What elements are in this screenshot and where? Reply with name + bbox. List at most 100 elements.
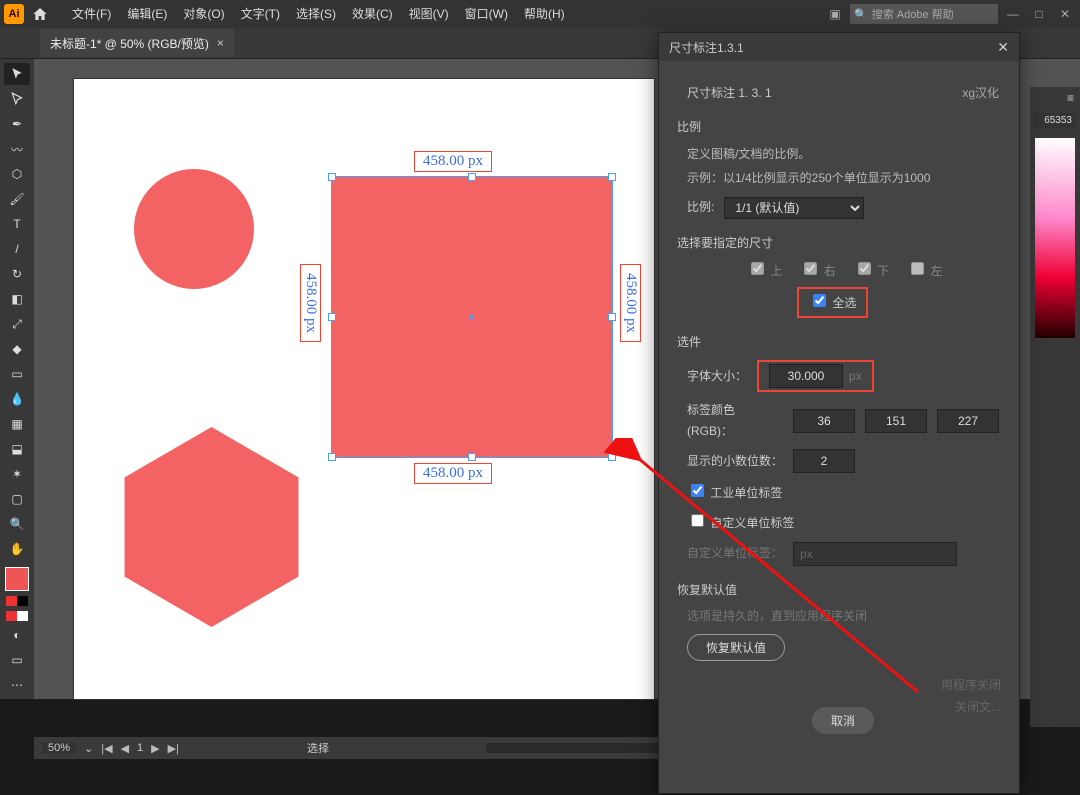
cb-right[interactable]: 右	[800, 259, 835, 281]
edit-toolbar[interactable]: ⋯	[4, 674, 30, 696]
symbol-sprayer-tool[interactable]: ✶	[4, 463, 30, 485]
color-r-input[interactable]	[793, 409, 855, 433]
custom-label: 自定义单位标签：	[687, 543, 783, 563]
fontsize-input[interactable]	[769, 364, 843, 388]
scale-select[interactable]: 1/1 (默认值)	[724, 197, 864, 219]
dialog-brand: xg汉化	[962, 83, 999, 103]
background-text-2: 关闭文...	[955, 698, 1001, 715]
nav-next-icon[interactable]: ▶	[151, 742, 159, 755]
decimals-label: 显示的小数位数：	[687, 451, 783, 471]
dim-label-top: 458.00 px	[414, 151, 492, 172]
page-number: 1	[137, 742, 143, 754]
dialog-subtitle: 尺寸标注 1. 3. 1	[687, 83, 772, 103]
change-screen-tool[interactable]: ▭	[4, 649, 30, 671]
window-maximize-icon[interactable]: □	[1028, 4, 1050, 24]
eraser-tool[interactable]: ◧	[4, 288, 30, 310]
menu-help[interactable]: 帮助(H)	[516, 0, 573, 28]
cb-left[interactable]: 左	[907, 259, 942, 281]
dock-menu-icon[interactable]: ≡	[1030, 87, 1080, 109]
menu-type[interactable]: 文字(T)	[233, 0, 288, 28]
cb-bottom[interactable]: 下	[854, 259, 889, 281]
fontsize-label: 字体大小：	[687, 366, 747, 386]
menubar: Ai 文件(F) 编辑(E) 对象(O) 文字(T) 选择(S) 效果(C) 视…	[0, 0, 1080, 28]
menu-file[interactable]: 文件(F)	[64, 0, 119, 28]
search-icon: 🔍	[854, 8, 868, 21]
shape-square-selected[interactable]	[332, 177, 612, 457]
color-g-input[interactable]	[865, 409, 927, 433]
status-bar: 50% ⌄ |◀ ◀ 1 ▶ ▶| 选择	[34, 737, 674, 759]
nav-last-icon[interactable]: ▶|	[168, 742, 179, 755]
blend-tool[interactable]: ⬓	[4, 438, 30, 460]
reset-button[interactable]: 恢复默认值	[687, 634, 785, 661]
scale-tool[interactable]: ⤢	[4, 313, 30, 335]
artboard-tool[interactable]: ▢	[4, 488, 30, 510]
shape-builder-tool[interactable]: ▭	[4, 363, 30, 385]
tab-title: 未标题-1* @ 50% (RGB/预览)	[50, 35, 209, 52]
cb-all[interactable]: 全选	[809, 291, 856, 313]
color-spectrum[interactable]	[1035, 138, 1075, 338]
reset-note: 选项是持久的，直到应用程序关闭	[687, 606, 999, 626]
fontsize-highlight: px	[757, 360, 874, 392]
horizontal-scrollbar[interactable]	[486, 743, 666, 753]
dialog-close-icon[interactable]: ✕	[997, 39, 1009, 56]
color-label: 标签颜色 (RGB)：	[687, 400, 783, 441]
direct-selection-tool[interactable]	[4, 88, 30, 110]
app-logo: Ai	[4, 4, 24, 24]
dim-label-left: 458.00 px	[300, 264, 321, 342]
nav-prev-icon[interactable]: ◀	[121, 742, 129, 755]
menu-object[interactable]: 对象(O)	[175, 0, 232, 28]
cb-top[interactable]: 上	[747, 259, 782, 281]
fill-swatch[interactable]	[5, 567, 29, 591]
dim-label-right: 458.00 px	[620, 264, 641, 342]
zoom-tool[interactable]: 🔍	[4, 513, 30, 535]
default-colors[interactable]	[6, 611, 28, 621]
menu-window[interactable]: 窗口(W)	[457, 0, 516, 28]
custom-unit-input	[793, 542, 957, 566]
hand-tool[interactable]: ✋	[4, 538, 30, 560]
tab-close-icon[interactable]: ×	[217, 36, 224, 50]
dim-label-bottom: 458.00 px	[414, 463, 492, 484]
rotate-tool[interactable]: ↻	[4, 263, 30, 285]
curvature-tool[interactable]: 〰	[4, 138, 30, 160]
home-icon[interactable]	[30, 4, 50, 24]
width-tool[interactable]: ◆	[4, 338, 30, 360]
menu-view[interactable]: 视图(V)	[401, 0, 457, 28]
arrange-docs-icon[interactable]: ▣	[824, 4, 846, 24]
zoom-dropdown-icon[interactable]: ⌄	[84, 742, 93, 755]
type-tool[interactable]: T	[4, 213, 30, 235]
eyedropper-tool[interactable]: 💧	[4, 388, 30, 410]
pen-tool[interactable]: ✒	[4, 113, 30, 135]
section-options-header: 选件	[677, 332, 999, 352]
nav-first-icon[interactable]: |◀	[101, 742, 112, 755]
shape-tool[interactable]: ⬡	[4, 163, 30, 185]
color-mode-swatch[interactable]	[6, 596, 28, 606]
document-tab[interactable]: 未标题-1* @ 50% (RGB/预览) ×	[40, 29, 234, 57]
menu-edit[interactable]: 编辑(E)	[119, 0, 175, 28]
selection-tool[interactable]	[4, 63, 30, 85]
cancel-button[interactable]: 取消	[812, 707, 874, 734]
decimals-input[interactable]	[793, 449, 855, 473]
color-b-input[interactable]	[937, 409, 999, 433]
section-scale-header: 比例	[677, 117, 999, 137]
color-value-field[interactable]: 65353	[1034, 113, 1076, 128]
right-dock: ≡ 65353	[1030, 87, 1080, 727]
cb-custom[interactable]: 自定义单位标签	[687, 511, 794, 533]
window-minimize-icon[interactable]: —	[1002, 4, 1024, 24]
background-text-1: 用程序关闭	[941, 676, 1001, 693]
shape-hexagon[interactable]	[124, 427, 299, 627]
gradient-tool[interactable]: ▦	[4, 413, 30, 435]
menu-effect[interactable]: 效果(C)	[344, 0, 401, 28]
shape-circle[interactable]	[134, 169, 254, 289]
dialog-titlebar[interactable]: 尺寸标注1.3.1 ✕	[659, 33, 1019, 61]
fontsize-unit: px	[849, 366, 862, 386]
dimension-dialog: 尺寸标注1.3.1 ✕ 尺寸标注 1. 3. 1 xg汉化 比例 定义图稿/文档…	[658, 32, 1020, 794]
screen-mode-tool[interactable]: ◐	[4, 624, 30, 646]
brush-tool[interactable]: 🖌	[4, 188, 30, 210]
zoom-level[interactable]: 50%	[42, 742, 76, 754]
search-input[interactable]: 🔍 搜索 Adobe 帮助	[850, 4, 998, 24]
menu-select[interactable]: 选择(S)	[288, 0, 344, 28]
window-close-icon[interactable]: ✕	[1054, 4, 1076, 24]
artboard: 458.00 px 458.00 px 458.00 px 458.00 px	[74, 79, 654, 699]
cb-industrial[interactable]: 工业单位标签	[687, 481, 782, 503]
line-tool[interactable]: /	[4, 238, 30, 260]
